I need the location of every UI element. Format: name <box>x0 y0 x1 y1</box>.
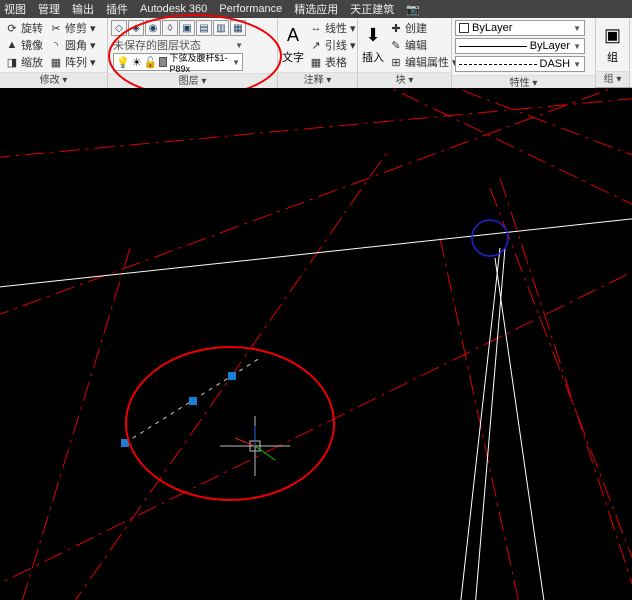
scale-button[interactable]: ◨缩放 <box>3 54 45 70</box>
create-block-button[interactable]: ✚创建 <box>387 20 460 36</box>
table-icon: ▦ <box>309 55 323 69</box>
group-icon: ▣ <box>601 23 625 47</box>
trim-icon: ✂ <box>49 21 63 35</box>
rotate-button[interactable]: ⟳旋转 <box>3 20 45 36</box>
layer-icon[interactable]: ◉ <box>145 20 161 36</box>
layer-color-swatch <box>159 57 167 67</box>
linetype-dropdown[interactable]: ByLayer▼ <box>455 38 585 54</box>
chevron-down-icon: ▼ <box>232 58 240 67</box>
layer-icon[interactable]: ▣ <box>179 20 195 36</box>
text-icon: A <box>281 23 305 47</box>
panel-title-modify[interactable]: 修改 ▾ <box>0 72 107 88</box>
drawing-canvas[interactable] <box>0 88 632 600</box>
layer-icon[interactable]: ▦ <box>230 20 246 36</box>
group-button[interactable]: ▣ 组 <box>599 20 626 68</box>
layer-icon[interactable]: ▥ <box>213 20 229 36</box>
panel-block: ⬇ 插入 ✚创建 ✎编辑 ⊞编辑属性 ▾ 块 ▾ <box>358 18 452 87</box>
menu-item[interactable]: 天正建筑 <box>350 1 394 17</box>
ribbon: ⟳旋转 ▲镜像 ◨缩放 ✂修剪 ▾ ◝圆角 ▾ ▦阵列 ▾ 修改 ▾ ◇ ◈ ◉… <box>0 18 632 88</box>
menu-item[interactable]: Autodesk 360 <box>140 3 207 15</box>
panel-title-block[interactable]: 块 ▾ <box>358 72 451 88</box>
linetype-preview <box>459 46 527 47</box>
panel-properties: ByLayer▼ ByLayer▼ DASH▼ 特性 ▾ <box>452 18 596 87</box>
edit-block-button[interactable]: ✎编辑 <box>387 37 460 53</box>
color-dropdown[interactable]: ByLayer▼ <box>455 20 585 36</box>
menu-item[interactable]: 管理 <box>38 1 60 17</box>
lineweight-preview <box>459 64 537 65</box>
menu-item[interactable]: 视图 <box>4 1 26 17</box>
table-button[interactable]: ▦表格 <box>307 54 358 70</box>
fillet-icon: ◝ <box>49 38 63 52</box>
scale-icon: ◨ <box>5 55 19 69</box>
layer-icon[interactable]: ◇ <box>111 20 127 36</box>
menu-item[interactable]: 插件 <box>106 1 128 17</box>
layer-icon[interactable]: ▤ <box>196 20 212 36</box>
rotate-icon: ⟳ <box>5 21 19 35</box>
lock-icon: 🔓 <box>144 56 158 69</box>
insert-button[interactable]: ⬇ 插入 <box>361 20 385 68</box>
leader-icon: ↗ <box>309 38 323 52</box>
leader-button[interactable]: ↗引线 ▾ <box>307 37 358 53</box>
panel-group: ▣ 组 组 ▾ <box>596 18 630 87</box>
sun-icon: ☀ <box>132 56 142 69</box>
menu-item-icon[interactable]: 📷 <box>406 3 420 16</box>
menu-item[interactable]: 精选应用 <box>294 1 338 17</box>
panel-title-group[interactable]: 组 ▾ <box>596 71 629 87</box>
menu-item[interactable]: 输出 <box>72 1 94 17</box>
array-icon: ▦ <box>49 55 63 69</box>
insert-icon: ⬇ <box>361 23 385 47</box>
layer-icon[interactable]: ◊ <box>162 20 178 36</box>
mirror-button[interactable]: ▲镜像 <box>3 37 45 53</box>
menu-bar: 视图 管理 输出 插件 Autodesk 360 Performance 精选应… <box>0 0 632 18</box>
layer-dropdown[interactable]: 💡 ☀ 🔓 下弦及腹杆$1-P89x ▼ <box>113 53 243 71</box>
trim-button[interactable]: ✂修剪 ▾ <box>47 20 98 36</box>
create-icon: ✚ <box>389 21 403 35</box>
lightbulb-icon: 💡 <box>116 56 130 69</box>
edit-icon: ✎ <box>389 38 403 52</box>
text-button[interactable]: A 文字 <box>281 20 305 68</box>
panel-title-annotation[interactable]: 注释 ▾ <box>278 72 357 88</box>
dim-icon: ↔ <box>309 21 323 35</box>
attr-icon: ⊞ <box>389 55 403 69</box>
linear-dim-button[interactable]: ↔线性 ▾ <box>307 20 358 36</box>
panel-annotation: A 文字 ↔线性 ▾ ↗引线 ▾ ▦表格 注释 ▾ <box>278 18 358 87</box>
array-button[interactable]: ▦阵列 ▾ <box>47 54 98 70</box>
lineweight-dropdown[interactable]: DASH▼ <box>455 56 585 72</box>
menu-item[interactable]: Performance <box>219 3 282 15</box>
drawing-svg <box>0 88 632 600</box>
mirror-icon: ▲ <box>5 38 19 52</box>
edit-attr-button[interactable]: ⊞编辑属性 ▾ <box>387 54 460 70</box>
fillet-button[interactable]: ◝圆角 ▾ <box>47 37 98 53</box>
layer-icon[interactable]: ◈ <box>128 20 144 36</box>
panel-layer: ◇ ◈ ◉ ◊ ▣ ▤ ▥ ▦ 未保存的图层状态▼ 💡 ☀ 🔓 <box>108 18 278 87</box>
panel-modify: ⟳旋转 ▲镜像 ◨缩放 ✂修剪 ▾ ◝圆角 ▾ ▦阵列 ▾ 修改 ▾ <box>0 18 108 87</box>
panel-title-layer[interactable]: 图层 ▾ <box>108 73 277 89</box>
layer-name: 下弦及腹杆$1-P89x <box>169 51 230 74</box>
color-swatch <box>459 23 469 33</box>
